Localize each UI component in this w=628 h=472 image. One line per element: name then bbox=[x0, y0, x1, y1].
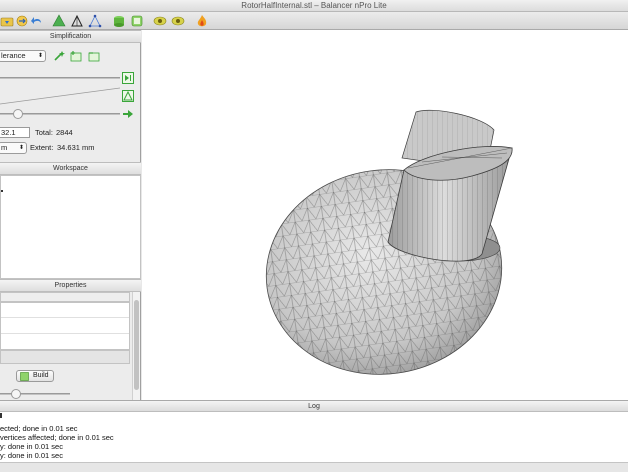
wand-icon[interactable] bbox=[53, 50, 65, 62]
add-layer-icon[interactable] bbox=[70, 50, 82, 62]
workspace-tree[interactable] bbox=[0, 175, 141, 279]
simplification-header: Simplification bbox=[0, 30, 141, 43]
properties-separator bbox=[0, 350, 130, 364]
total-label: Total: bbox=[35, 128, 53, 137]
log-output[interactable]: ected; done in 0.01 sec vertices affecte… bbox=[0, 412, 628, 462]
layer-copy-icon[interactable] bbox=[130, 14, 144, 28]
build-icon bbox=[20, 372, 29, 381]
simplification-header-label: Simplification bbox=[49, 33, 92, 40]
extent-value: 34.631 mm bbox=[57, 143, 95, 152]
mesh-green-icon[interactable] bbox=[52, 14, 66, 28]
top-slider-track[interactable] bbox=[0, 77, 120, 79]
properties-scroll-thumb[interactable] bbox=[134, 300, 139, 390]
reduce-mesh-icon[interactable] bbox=[122, 90, 134, 102]
log-header-label: Log bbox=[308, 403, 320, 410]
extent-label: Extent: bbox=[30, 143, 54, 152]
unit-select[interactable]: m ⬍ bbox=[0, 142, 27, 154]
window-titlebar: RotorHalfInternal.stl – Balancer nPro Li… bbox=[0, 0, 628, 12]
unit-value: m bbox=[1, 143, 8, 152]
tree-item-marker bbox=[1, 190, 3, 192]
chevron-updown-icon: ⬍ bbox=[18, 145, 24, 151]
mesh-vertices-icon[interactable] bbox=[88, 14, 102, 28]
build-button[interactable]: Build bbox=[16, 370, 54, 382]
properties-header-label: Properties bbox=[54, 282, 87, 289]
flame-icon[interactable] bbox=[195, 14, 209, 28]
total-value: 2844 bbox=[56, 128, 73, 137]
workspace-header-label: Workspace bbox=[53, 165, 88, 172]
log-line: vertices affected; done in 0.01 sec bbox=[0, 433, 114, 442]
current-count-value: 32.1 bbox=[1, 128, 16, 137]
bottom-slider-thumb[interactable] bbox=[11, 389, 21, 399]
chevron-updown-icon: ⬍ bbox=[37, 53, 43, 59]
simplification-mode-select[interactable]: lerance ⬍ bbox=[0, 50, 46, 62]
properties-scrollbar[interactable] bbox=[132, 292, 140, 400]
skip-end-icon[interactable] bbox=[122, 72, 134, 84]
apply-arrow-icon[interactable] bbox=[122, 108, 134, 120]
log-header: Log bbox=[0, 400, 628, 412]
main-toolbar bbox=[0, 12, 628, 30]
build-label: Build bbox=[33, 372, 49, 379]
open-icon[interactable] bbox=[0, 14, 14, 28]
mesh-outline-icon[interactable] bbox=[70, 14, 84, 28]
save-icon[interactable] bbox=[15, 14, 29, 28]
log-marker bbox=[0, 413, 2, 418]
level-slider-thumb[interactable] bbox=[13, 109, 23, 119]
undo-icon[interactable] bbox=[30, 14, 44, 28]
workspace-header: Workspace bbox=[0, 162, 141, 175]
log-line: y: done in 0.01 sec bbox=[0, 442, 63, 451]
properties-table[interactable] bbox=[0, 302, 130, 350]
mesh-render bbox=[265, 109, 513, 375]
properties-header: Properties bbox=[0, 279, 141, 292]
eye-right-icon[interactable] bbox=[171, 14, 185, 28]
log-line: ected; done in 0.01 sec bbox=[0, 424, 78, 433]
decimation-curve bbox=[0, 87, 120, 105]
status-bar bbox=[0, 462, 628, 472]
log-line: y: done in 0.01 sec bbox=[0, 451, 63, 460]
properties-row-gray bbox=[0, 292, 130, 302]
left-panel: Simplification lerance ⬍ 32.1 Total: 284… bbox=[0, 30, 141, 400]
simplification-mode-value: lerance bbox=[1, 51, 26, 60]
remove-layer-icon[interactable] bbox=[88, 50, 100, 62]
layer-icon[interactable] bbox=[112, 14, 126, 28]
3d-viewport[interactable] bbox=[142, 30, 628, 400]
current-count-field[interactable]: 32.1 bbox=[0, 127, 30, 138]
eye-left-icon[interactable] bbox=[153, 14, 167, 28]
window-title: RotorHalfInternal.stl – Balancer nPro Li… bbox=[241, 1, 387, 10]
